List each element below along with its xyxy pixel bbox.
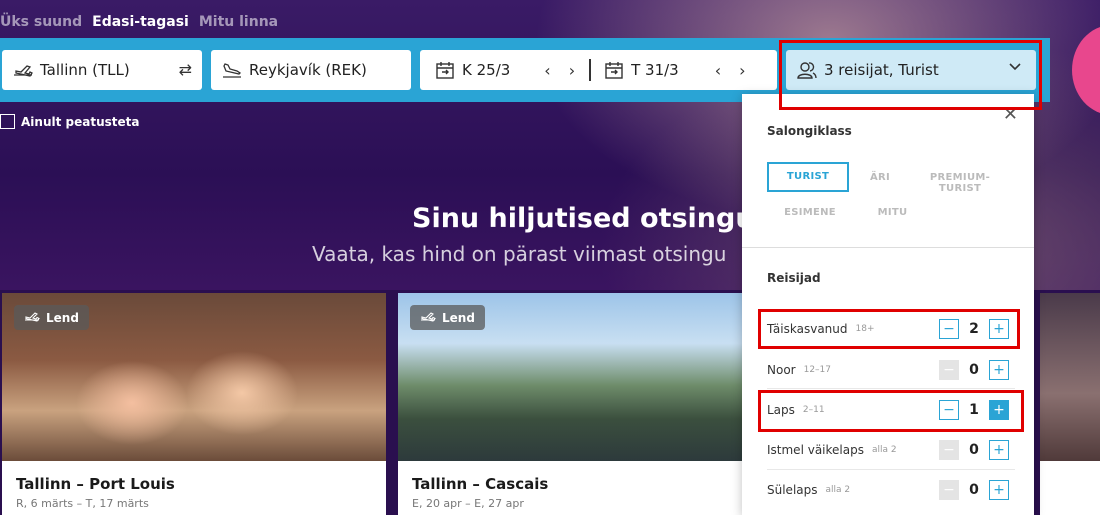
traveler-label: Laps <box>767 403 795 417</box>
direct-only-label: Ainult peatusteta <box>21 114 140 129</box>
search-bar: Tallinn (TLL) ⇄ Reykjavík (REK) K 25/3 ‹… <box>0 38 1050 102</box>
increment-button[interactable]: + <box>989 440 1009 460</box>
traveler-count: 1 <box>969 402 979 418</box>
traveler-label: Istmel väikelaps <box>767 443 864 457</box>
decrement-button[interactable]: − <box>939 360 959 380</box>
cabin-option-first[interactable]: ESIMENE <box>780 207 840 218</box>
decrement-button[interactable]: − <box>939 480 959 500</box>
cabin-option-tourist[interactable]: TURIST <box>767 162 849 192</box>
recent-searches-title: Sinu hiljutised otsingu <box>412 203 755 234</box>
decrement-button[interactable]: − <box>939 400 959 420</box>
flight-badge-label: Lend <box>46 310 79 325</box>
card-dates: R, 6 märts – T, 17 märts <box>16 497 149 510</box>
passengers-field[interactable]: 3 reisijat, Turist <box>786 50 1036 90</box>
swap-icon[interactable]: ⇄ <box>179 60 192 79</box>
flight-badge: Lend <box>14 305 89 330</box>
trip-type-tabs: Üks suund Edasi-tagasi Mitu linna <box>0 14 278 30</box>
increment-button[interactable]: + <box>989 400 1009 420</box>
destination-image <box>1040 293 1100 461</box>
calendar-return-icon <box>603 59 625 81</box>
plane-icon <box>24 310 40 325</box>
traveler-age: 12–17 <box>803 365 831 375</box>
traveler-row-children: Laps 2–11 − 1 + <box>767 395 1015 425</box>
passengers-dropdown-panel: ✕ Salongiklass TURIST ÄRI PREMIUM-TURIST… <box>742 94 1034 515</box>
recent-search-card[interactable]: Lend Tallinn – Cascais E, 20 apr – E, 27… <box>398 293 782 515</box>
decrement-button[interactable]: − <box>939 440 959 460</box>
return-date[interactable]: T 31/3 <box>631 61 679 79</box>
lap-infant-stepper: − 0 + <box>939 480 1009 500</box>
direct-only-checkbox[interactable] <box>0 114 15 129</box>
cabin-option-multiple[interactable]: MITU <box>870 207 915 218</box>
increment-button[interactable]: + <box>989 360 1009 380</box>
plane-landing-icon <box>221 59 243 81</box>
tab-round-trip[interactable]: Edasi-tagasi <box>92 14 189 30</box>
cabin-option-premium[interactable]: PREMIUM-TURIST <box>910 172 1010 194</box>
traveler-age: 2–11 <box>802 405 825 415</box>
row-divider <box>767 429 1015 430</box>
card-title: Tallinn – Cascais <box>412 475 549 493</box>
traveler-row-infant-seat: Istmel väikelaps alla 2 − 0 + <box>767 435 1015 465</box>
traveler-label: Täiskasvanud <box>767 322 848 336</box>
destination-field[interactable]: Reykjavík (REK) <box>211 50 411 90</box>
adults-stepper: − 2 + <box>939 319 1009 339</box>
depart-next-chevron-icon[interactable]: › <box>569 61 575 80</box>
row-divider <box>767 388 1015 389</box>
flight-badge-label: Lend <box>442 310 475 325</box>
recent-search-card-partial[interactable] <box>1040 293 1100 515</box>
tab-one-way[interactable]: Üks suund <box>0 14 82 30</box>
traveler-count: 0 <box>969 482 979 498</box>
traveler-row-youth: Noor 12–17 − 0 + <box>767 355 1015 385</box>
traveler-age: alla 2 <box>825 485 851 495</box>
close-icon[interactable]: ✕ <box>1003 104 1018 125</box>
date-divider <box>589 59 592 81</box>
decrement-button[interactable]: − <box>939 319 959 339</box>
users-icon <box>796 59 818 81</box>
increment-button[interactable]: + <box>989 319 1009 339</box>
infant-seat-stepper: − 0 + <box>939 440 1009 460</box>
traveler-age: 18+ <box>855 324 875 334</box>
children-stepper: − 1 + <box>939 400 1009 420</box>
traveler-age: alla 2 <box>871 445 897 455</box>
plane-icon <box>420 310 436 325</box>
recent-searches-subtitle: Vaata, kas hind on pärast viimast otsing… <box>312 242 727 266</box>
traveler-row-adults: Täiskasvanud 18+ − 2 + <box>767 314 1015 344</box>
cabin-class-title: Salongiklass <box>767 124 852 138</box>
travelers-title: Reisijad <box>767 271 821 285</box>
youth-stepper: − 0 + <box>939 360 1009 380</box>
cabin-option-business[interactable]: ÄRI <box>860 172 900 183</box>
increment-button[interactable]: + <box>989 480 1009 500</box>
direct-only-option[interactable]: Ainult peatusteta <box>0 114 139 129</box>
card-dates: E, 20 apr – E, 27 apr <box>412 497 524 510</box>
depart-date[interactable]: K 25/3 <box>462 61 510 79</box>
return-next-chevron-icon[interactable]: › <box>739 61 745 80</box>
dates-field[interactable]: K 25/3 ‹ › T 31/3 ‹ › <box>420 50 777 90</box>
traveler-count: 2 <box>969 321 979 337</box>
traveler-count: 0 <box>969 442 979 458</box>
recent-search-card[interactable]: Lend Tallinn – Port Louis R, 6 märts – T… <box>2 293 386 515</box>
return-prev-chevron-icon[interactable]: ‹ <box>715 61 721 80</box>
traveler-count: 0 <box>969 362 979 378</box>
card-body: Tallinn – Cascais E, 20 apr – E, 27 apr <box>398 461 782 515</box>
passengers-value: 3 reisijat, Turist <box>824 61 939 79</box>
depart-prev-chevron-icon[interactable]: ‹ <box>544 61 550 80</box>
row-divider <box>767 469 1015 470</box>
destination-value: Reykjavík (REK) <box>249 61 367 79</box>
plane-takeoff-icon <box>12 59 34 81</box>
calendar-depart-icon <box>434 59 456 81</box>
row-divider <box>767 348 1015 349</box>
traveler-label: Sülelaps <box>767 483 818 497</box>
origin-value: Tallinn (TLL) <box>40 61 130 79</box>
card-body: Tallinn – Port Louis R, 6 märts – T, 17 … <box>2 461 386 515</box>
origin-field[interactable]: Tallinn (TLL) ⇄ <box>2 50 202 90</box>
card-title: Tallinn – Port Louis <box>16 475 175 493</box>
tab-multi-city[interactable]: Mitu linna <box>199 14 278 30</box>
chevron-down-icon[interactable] <box>1008 59 1022 77</box>
flight-badge: Lend <box>410 305 485 330</box>
traveler-label: Noor <box>767 363 796 377</box>
traveler-row-lap-infant: Sülelaps alla 2 − 0 + <box>767 475 1015 505</box>
section-divider <box>742 247 1034 248</box>
